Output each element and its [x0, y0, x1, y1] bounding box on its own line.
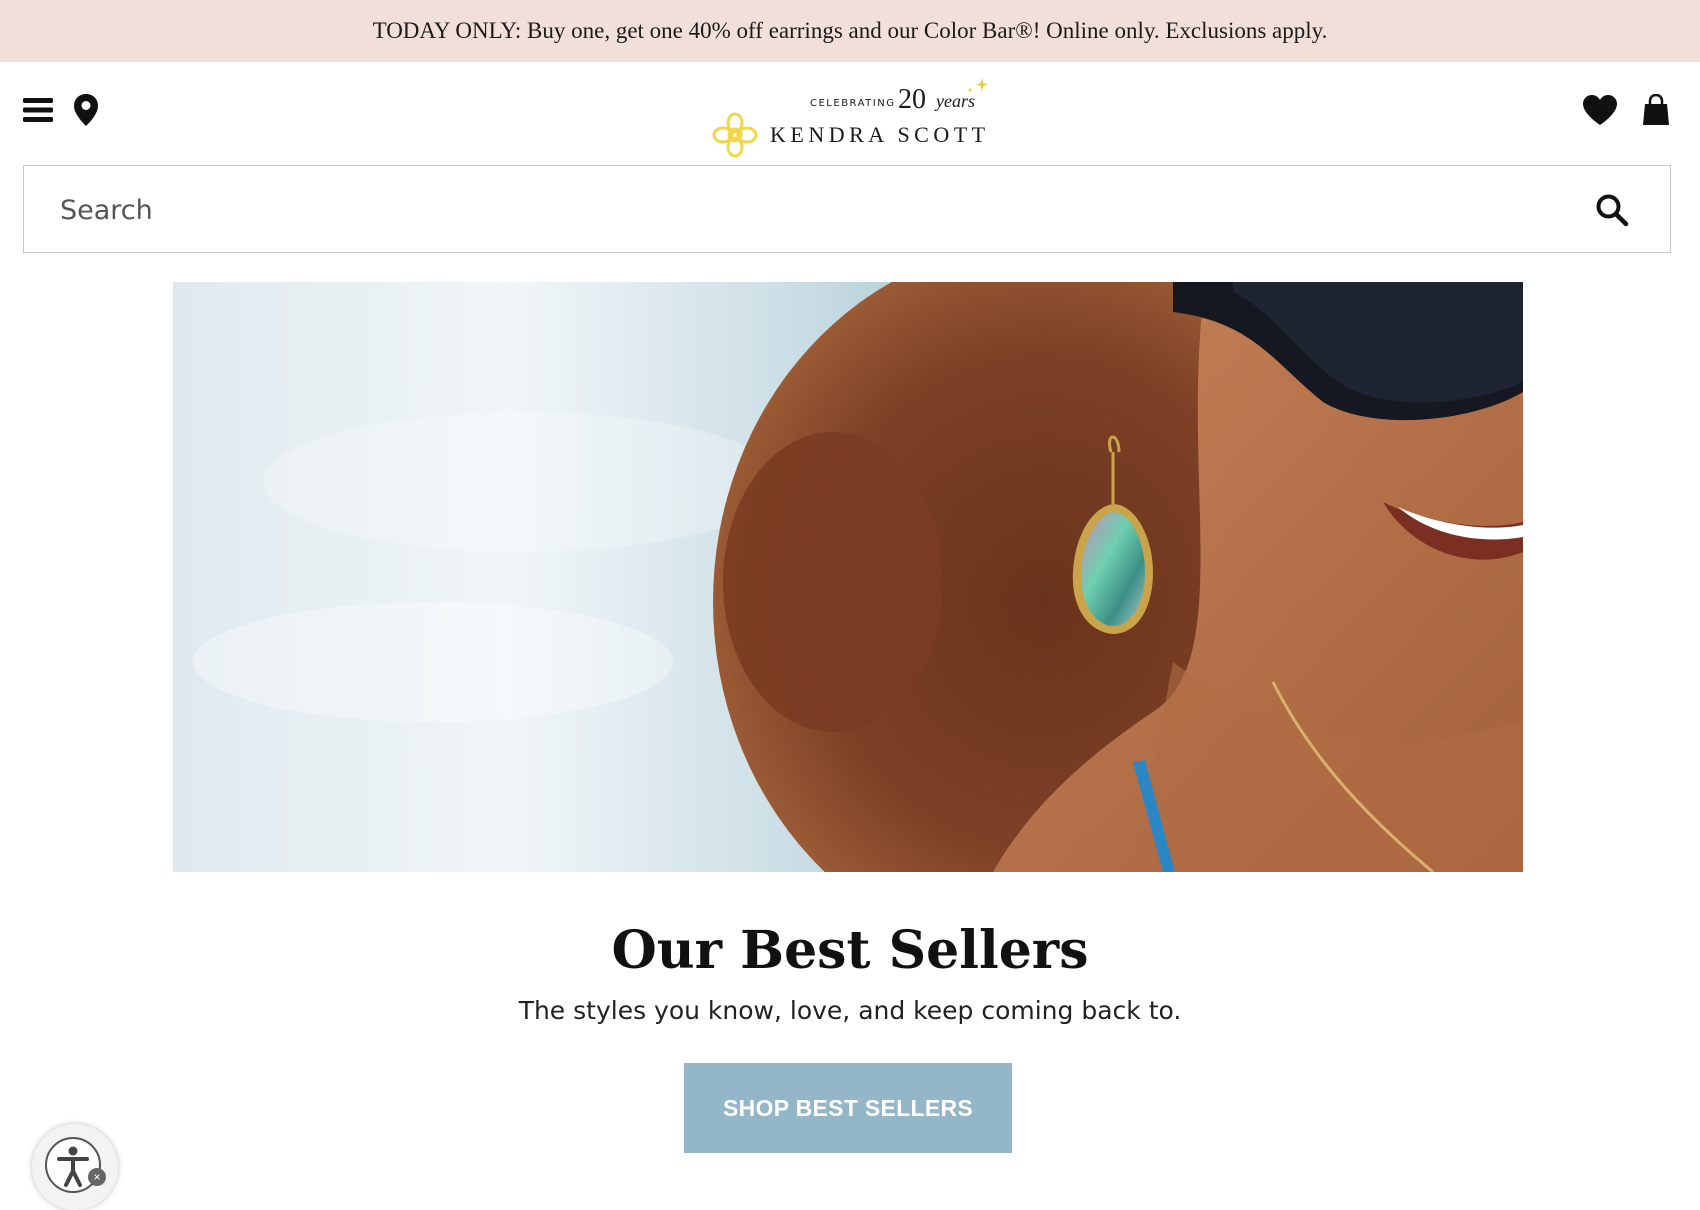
logo-years-number: 20 — [898, 84, 926, 115]
shopping-bag-icon[interactable] — [1638, 90, 1674, 130]
close-icon[interactable]: × — [88, 1168, 106, 1186]
sparkle-icon — [968, 78, 988, 92]
section-subtitle: The styles you know, love, and keep comi… — [518, 996, 1182, 1025]
heart-icon[interactable] — [1580, 92, 1620, 128]
search-icon[interactable] — [1592, 190, 1632, 230]
hero-image[interactable] — [173, 282, 1523, 872]
site-header: CELEBRATING 20 years KENDRA SCOTT — [0, 62, 1700, 162]
logo-flower-icon — [712, 112, 758, 158]
promo-text: TODAY ONLY: Buy one, get one 40% off ear… — [372, 18, 1328, 43]
accessibility-widget[interactable]: × — [32, 1124, 118, 1210]
search-bar — [23, 165, 1671, 253]
menu-icon[interactable] — [20, 92, 56, 128]
location-pin-icon[interactable] — [68, 90, 104, 130]
shop-best-sellers-button[interactable]: SHOP BEST SELLERS — [684, 1063, 1012, 1153]
logo-celebrating-text: CELEBRATING — [810, 98, 896, 109]
search-input[interactable] — [58, 186, 1562, 234]
brand-logo[interactable]: CELEBRATING 20 years KENDRA SCOTT — [710, 76, 1000, 158]
section-title: Our Best Sellers — [611, 920, 1089, 981]
promo-banner[interactable]: TODAY ONLY: Buy one, get one 40% off ear… — [0, 0, 1700, 62]
logo-brand-name: KENDRA SCOTT — [770, 122, 990, 147]
